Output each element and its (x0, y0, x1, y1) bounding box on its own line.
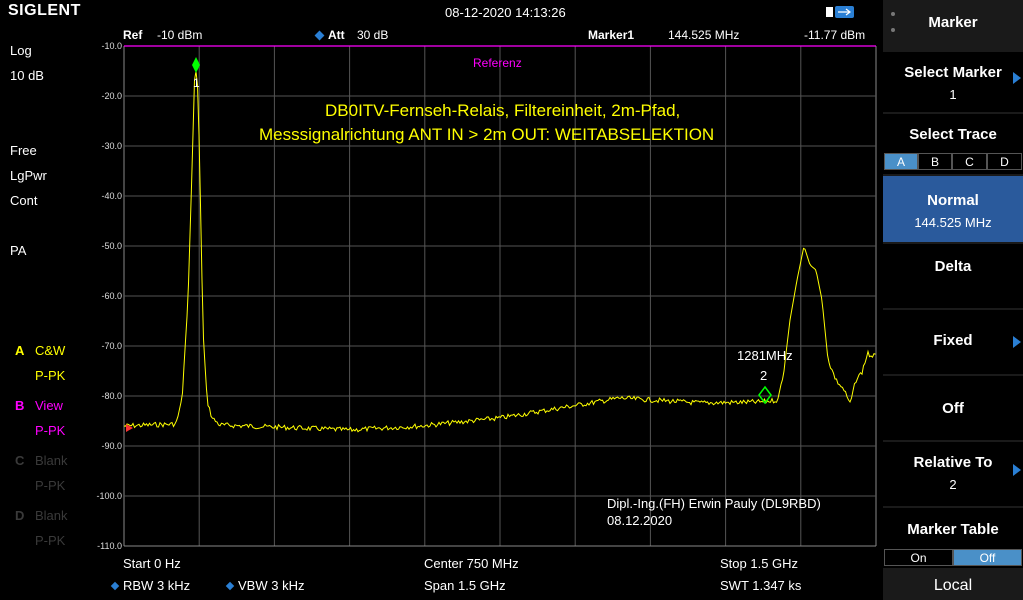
marker1-number: 1 (193, 76, 200, 90)
center-freq: Center 750 MHz (424, 556, 519, 571)
start-freq: Start 0 Hz (123, 556, 181, 571)
marker-table-key[interactable]: Marker Table On Off (883, 508, 1023, 568)
select-marker-label: Select Marker (904, 64, 1002, 81)
normal-value: 144.525 MHz (914, 215, 992, 230)
title-line1: DB0ITV-Fernseh-Relais, Filtereinheit, 2m… (325, 101, 681, 120)
span: Span 1.5 GHz (424, 578, 506, 593)
fixed-key[interactable]: Fixed (883, 310, 1023, 374)
stop-freq: Stop 1.5 GHz (720, 556, 799, 571)
marker-table-on[interactable]: On (884, 549, 953, 566)
trace-option-d[interactable]: D (987, 153, 1022, 170)
select-trace-label: Select Trace (909, 126, 997, 143)
plot-grid (123, 45, 877, 547)
local-key[interactable]: Local (883, 570, 1023, 600)
relative-to-label: Relative To (913, 454, 993, 471)
menu-title: Marker (883, 0, 1023, 50)
fixed-label: Fixed (933, 332, 973, 349)
delta-label: Delta (934, 258, 972, 275)
marker-table-off[interactable]: Off (953, 549, 1022, 566)
rbw-icon (110, 581, 120, 591)
select-marker-value: 1 (949, 87, 957, 102)
trace-option-a[interactable]: A (884, 153, 918, 170)
reference-label: Referenz (473, 56, 522, 70)
trace-option-b[interactable]: B (918, 153, 952, 170)
sweep-time: SWT 1.347 ks (720, 578, 802, 593)
scroll-dot-icon (891, 12, 895, 16)
spectrum-plot[interactable] (0, 0, 883, 560)
scroll-dot-icon (891, 28, 895, 32)
relative-to-value: 2 (949, 477, 957, 492)
submenu-arrow-icon (1013, 336, 1021, 348)
vbw: VBW 3 kHz (238, 578, 305, 593)
local-label: Local (933, 577, 973, 594)
author-note: Dipl.-Ing.(FH) Erwin Pauly (DL9RBD) (607, 496, 821, 511)
marker-table-label: Marker Table (907, 521, 999, 538)
select-marker-key[interactable]: Select Marker 1 (883, 52, 1023, 112)
rbw: RBW 3 kHz (123, 578, 191, 593)
title-line2: Messsignalrichtung ANT IN > 2m OUT: WEIT… (259, 125, 715, 144)
softkey-panel: Marker Select Marker 1 Select Trace A B … (883, 0, 1023, 600)
off-key[interactable]: Off (883, 376, 1023, 440)
menu-title-label: Marker (928, 14, 978, 31)
normal-key[interactable]: Normal 144.525 MHz (883, 176, 1023, 242)
marker2-freq: 1281MHz (737, 348, 793, 363)
relative-to-key[interactable]: Relative To 2 (883, 442, 1023, 506)
submenu-arrow-icon (1013, 72, 1021, 84)
date-note: 08.12.2020 (607, 513, 673, 528)
trace-option-c[interactable]: C (952, 153, 987, 170)
select-trace-key[interactable]: Select Trace A B C D (883, 114, 1023, 174)
submenu-arrow-icon (1013, 464, 1021, 476)
normal-label: Normal (927, 192, 979, 209)
off-label: Off (942, 400, 964, 417)
vbw-icon (225, 581, 235, 591)
marker2-number: 2 (760, 368, 768, 383)
delta-key[interactable]: Delta (883, 244, 1023, 308)
